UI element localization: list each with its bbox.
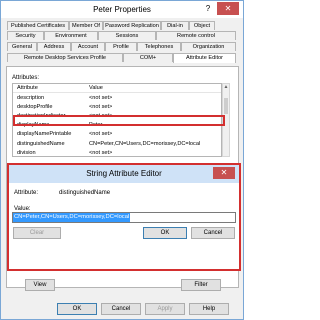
cancel-button[interactable]: Cancel: [101, 303, 141, 315]
tab-attribute-editor[interactable]: Attribute Editor: [173, 53, 236, 63]
tab-password-replication[interactable]: Password Replication: [103, 21, 161, 30]
title-bar: Peter Properties ? ✕: [1, 1, 243, 18]
clear-button[interactable]: Clear: [13, 227, 61, 239]
attributes-label: Attributes:: [12, 75, 40, 81]
attribute-name: distinguishedName: [17, 141, 65, 147]
attribute-value: <not set>: [89, 131, 113, 137]
filter-button[interactable]: Filter: [181, 279, 221, 291]
tab-profile[interactable]: Profile: [105, 42, 137, 51]
attribute-name: description: [17, 95, 45, 101]
scroll-thumb[interactable]: [224, 98, 228, 114]
list-item[interactable]: displayNamePrintable <not set>: [13, 130, 221, 139]
value-text-selected[interactable]: CN=Peter,CN=Users,DC=morissey,DC=local: [13, 213, 131, 222]
dialog-cancel-button[interactable]: Cancel: [191, 227, 235, 239]
tab-general[interactable]: General: [7, 42, 37, 51]
list-item[interactable]: description <not set>: [13, 94, 221, 103]
ok-button[interactable]: OK: [57, 303, 97, 315]
tab-com-plus[interactable]: COM+: [123, 53, 173, 62]
close-button[interactable]: ✕: [217, 2, 239, 15]
tab-remote-desktop-services-profile[interactable]: Remote Desktop Services Profile: [7, 53, 123, 62]
tab-sessions[interactable]: Sessions: [98, 31, 156, 40]
attribute-name: division: [17, 150, 36, 156]
tab-telephones[interactable]: Telephones: [137, 42, 181, 51]
tab-environment[interactable]: Environment: [44, 31, 98, 40]
help-button[interactable]: Help: [189, 303, 229, 315]
attribute-name-value: distinguishedName: [59, 190, 111, 196]
attribute-value: <not set>: [89, 150, 113, 156]
tab-object[interactable]: Object: [189, 21, 215, 30]
tab-organization[interactable]: Organization: [181, 42, 236, 51]
tab-account[interactable]: Account: [71, 42, 105, 51]
window-title: Peter Properties: [93, 5, 151, 14]
list-header: Attribute Value: [13, 84, 221, 93]
attribute-label: Attribute:: [14, 190, 39, 196]
tab-dial-in[interactable]: Dial-in: [161, 21, 189, 30]
attribute-name: desktopProfile: [17, 104, 53, 110]
scroll-up-icon[interactable]: ▲: [223, 84, 229, 91]
tab-published-certificates[interactable]: Published Certificates: [7, 21, 69, 30]
view-button[interactable]: View: [25, 279, 55, 291]
tab-address[interactable]: Address: [37, 42, 71, 51]
column-value[interactable]: Value: [89, 84, 103, 93]
list-item-selected[interactable]: distinguishedName CN=Peter,CN=Users,DC=m…: [13, 140, 221, 149]
tab-member-of[interactable]: Member Of: [69, 21, 103, 30]
dialog-close-button[interactable]: ✕: [213, 167, 235, 179]
attribute-value: <not set>: [89, 95, 113, 101]
attribute-value: CN=Peter,CN=Users,DC=morissey,DC=local: [89, 141, 201, 147]
column-attribute[interactable]: Attribute: [17, 84, 38, 93]
apply-button[interactable]: Apply: [145, 303, 185, 315]
dialog-ok-button[interactable]: OK: [143, 227, 187, 239]
list-item[interactable]: desktopProfile <not set>: [13, 103, 221, 112]
attribute-value: <not set>: [89, 104, 113, 110]
tab-security[interactable]: Security: [7, 31, 44, 40]
dialog-title: String Attribute Editor: [9, 165, 239, 183]
tab-remote-control[interactable]: Remote control: [156, 31, 236, 40]
attribute-name: displayNamePrintable: [17, 131, 72, 137]
list-item[interactable]: division <not set>: [13, 149, 221, 156]
highlight-box: [13, 115, 225, 126]
properties-window: Peter Properties ? ✕ Published Certifica…: [0, 0, 244, 320]
help-icon[interactable]: ?: [203, 4, 213, 14]
